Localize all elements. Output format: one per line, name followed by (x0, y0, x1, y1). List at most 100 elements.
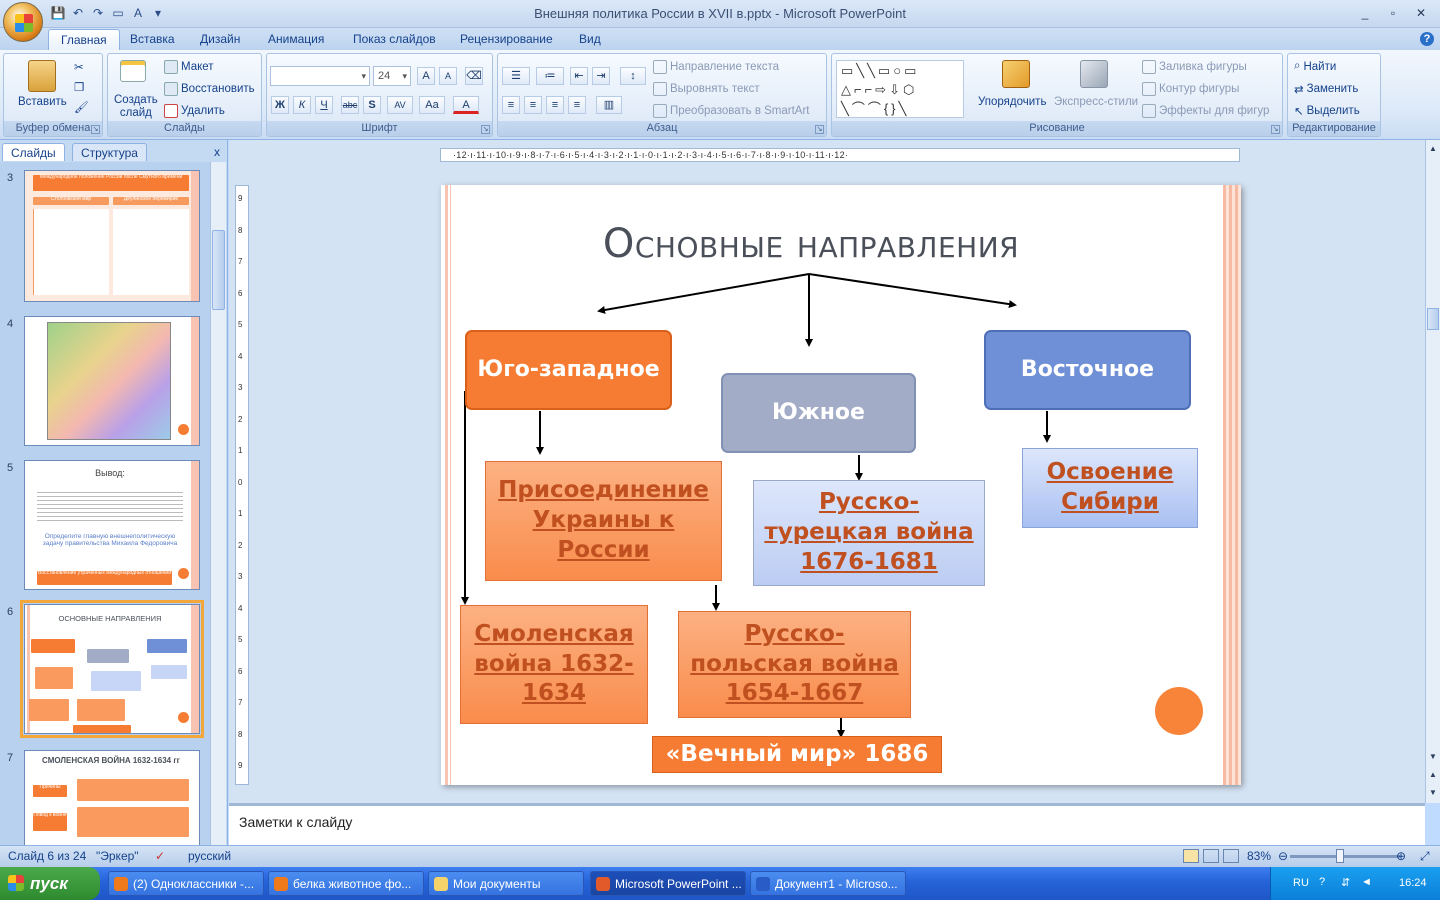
next-slide-icon[interactable]: ▼ (1427, 786, 1439, 800)
justify-icon[interactable]: ≡ (568, 96, 586, 114)
quick-styles-button[interactable]: Экспресс-стили (1054, 96, 1138, 108)
box-eternal-peace[interactable]: «Вечный мир» 1686 (652, 736, 942, 773)
font-size-combo[interactable]: 24 (373, 66, 411, 86)
zoom-in-icon[interactable]: ⊕ (1396, 849, 1406, 863)
underline-button[interactable]: Ч (315, 96, 333, 114)
box-south[interactable]: Южное (721, 373, 916, 453)
box-smolensk[interactable]: Смоленская война 1632-1634 (460, 605, 648, 724)
tab-slides-pane[interactable]: Слайды (2, 143, 65, 161)
char-spacing-button[interactable]: AV (387, 96, 413, 114)
scroll-up-icon[interactable]: ▲ (1427, 142, 1439, 156)
delete-slide-button[interactable]: Удалить (164, 104, 225, 118)
bullets-icon[interactable]: ☰ (502, 67, 530, 85)
close-pane-icon[interactable]: x (214, 145, 220, 159)
zoom-level[interactable]: 83% (1247, 849, 1271, 863)
paragraph-launcher-icon[interactable]: ↘ (815, 125, 824, 134)
maximize-button[interactable]: ▫ (1380, 4, 1406, 22)
task-word[interactable]: Документ1 - Microso... (750, 871, 906, 896)
start-button[interactable]: пуск (0, 867, 100, 900)
scroll-thumb[interactable] (212, 230, 225, 310)
zoom-knob[interactable] (1335, 849, 1344, 863)
task-my-documents[interactable]: Мои документы (428, 871, 584, 896)
slide-thumbnail-3[interactable]: Международное положение России после Сму… (24, 170, 200, 302)
increase-indent-icon[interactable]: ⇥ (592, 67, 610, 85)
decrease-indent-icon[interactable]: ⇤ (570, 67, 588, 85)
new-slide-button[interactable]: Создать слайд (114, 94, 158, 120)
box-turkish-war[interactable]: Русско-турецкая война 1676-1681 (753, 480, 985, 586)
shapes-gallery[interactable]: ▭╲╲▭○▭ △⌐⌐⇨⇩⬡ ╲⌒⌒{}╲ (836, 60, 964, 118)
text-direction-button[interactable]: Направление текста (653, 60, 779, 74)
tab-slideshow[interactable]: Показ слайдов (353, 32, 436, 46)
normal-view-icon[interactable] (1183, 849, 1199, 863)
sorter-view-icon[interactable] (1203, 849, 1219, 863)
italic-button[interactable]: К (293, 96, 311, 114)
scroll-down-icon[interactable]: ▼ (1427, 750, 1439, 764)
task-odnoklassniki[interactable]: (2) Одноклассники -... (108, 871, 264, 896)
layout-button[interactable]: Макет (164, 60, 214, 74)
editor-scrollbar[interactable]: ▲ ▼ ▲ ▼ (1425, 140, 1440, 803)
bold-button[interactable]: Ж (271, 96, 289, 114)
box-ukraine[interactable]: Присоединение Украины к России (485, 461, 722, 581)
prev-slide-icon[interactable]: ▲ (1427, 768, 1439, 782)
notes-pane[interactable]: Заметки к слайду (229, 803, 1425, 845)
columns-icon[interactable]: ▥ (596, 96, 622, 114)
spelling-icon[interactable]: ✓ (155, 849, 165, 863)
close-button[interactable]: ✕ (1408, 4, 1434, 22)
cut-icon[interactable]: ✂ (74, 60, 84, 74)
copy-icon[interactable]: ❐ (74, 80, 84, 94)
tab-review[interactable]: Рецензирование (460, 32, 553, 46)
zoom-out-icon[interactable]: ⊖ (1278, 849, 1288, 863)
clear-format-icon[interactable]: ⌫ (465, 67, 483, 85)
shape-outline-button[interactable]: Контур фигуры (1142, 82, 1239, 96)
slideshow-view-icon[interactable] (1223, 849, 1239, 863)
slide-thumbnail-5[interactable]: Вывод: Определите главную внешнеполитиче… (24, 460, 200, 590)
strike-button[interactable]: abc (341, 96, 359, 114)
font-color-button[interactable]: A (453, 96, 479, 114)
tab-home[interactable]: Главная (48, 29, 120, 51)
network-icon[interactable]: ⇵ (1341, 876, 1350, 889)
tab-design[interactable]: Дизайн (200, 32, 240, 46)
new-slide-icon[interactable] (120, 60, 146, 82)
shape-effects-button[interactable]: Эффекты для фигур (1142, 104, 1269, 118)
line-spacing-icon[interactable]: ↕ (620, 67, 646, 85)
select-button[interactable]: ↖ Выделить (1294, 104, 1360, 118)
tab-insert[interactable]: Вставка (130, 32, 175, 46)
change-case-button[interactable]: Aa (419, 96, 445, 114)
align-right-icon[interactable]: ≡ (546, 96, 564, 114)
tab-view[interactable]: Вид (579, 32, 601, 46)
reset-button[interactable]: Восстановить (164, 82, 255, 96)
font-launcher-icon[interactable]: ↘ (481, 125, 490, 134)
clipboard-launcher-icon[interactable]: ↘ (91, 125, 100, 134)
slide-thumbnail-4[interactable] (24, 316, 200, 446)
arrange-button[interactable]: Упорядочить (978, 96, 1046, 108)
volume-icon[interactable]: ◄ (1361, 876, 1372, 888)
slide-canvas[interactable]: Основные направления Юго-западное Южное … (441, 185, 1241, 785)
box-southwest[interactable]: Юго-западное (465, 330, 672, 410)
language-label[interactable]: русский (188, 849, 231, 863)
arrange-icon[interactable] (1002, 60, 1030, 88)
slide-thumbnail-7[interactable]: СМОЛЕНСКАЯ ВОЙНА 1632-1634 гг Причины По… (24, 750, 200, 845)
replace-button[interactable]: ⇄ Заменить (1294, 82, 1358, 96)
thumbnails-scrollbar[interactable] (210, 162, 226, 845)
box-siberia[interactable]: Освоение Сибири (1022, 448, 1198, 528)
smartart-button[interactable]: Преобразовать в SmartArt (653, 104, 810, 118)
numbering-icon[interactable]: ≔ (536, 67, 564, 85)
shape-fill-button[interactable]: Заливка фигуры (1142, 60, 1247, 74)
box-east[interactable]: Восточное (984, 330, 1191, 410)
align-text-button[interactable]: Выровнять текст (653, 82, 760, 96)
minimize-button[interactable]: _ (1352, 4, 1378, 22)
slide-title[interactable]: Основные направления (541, 221, 1081, 267)
align-center-icon[interactable]: ≡ (524, 96, 542, 114)
shrink-font-button[interactable]: A (439, 67, 457, 85)
align-left-icon[interactable]: ≡ (502, 96, 520, 114)
drawing-launcher-icon[interactable]: ↘ (1271, 125, 1280, 134)
slide-thumbnail-6[interactable]: ОСНОВНЫЕ НАПРАВЛЕНИЯ (20, 600, 204, 738)
paste-button[interactable]: Вставить (18, 96, 67, 108)
grow-font-button[interactable]: A (417, 67, 435, 85)
find-button[interactable]: ⌕ Найти (1294, 60, 1336, 73)
tab-animation[interactable]: Анимация (268, 32, 324, 46)
format-painter-icon[interactable]: 🖌 (74, 100, 89, 114)
shadow-button[interactable]: S (363, 96, 381, 114)
input-language[interactable]: RU (1293, 877, 1309, 889)
help-icon[interactable]: ? (1420, 32, 1434, 46)
